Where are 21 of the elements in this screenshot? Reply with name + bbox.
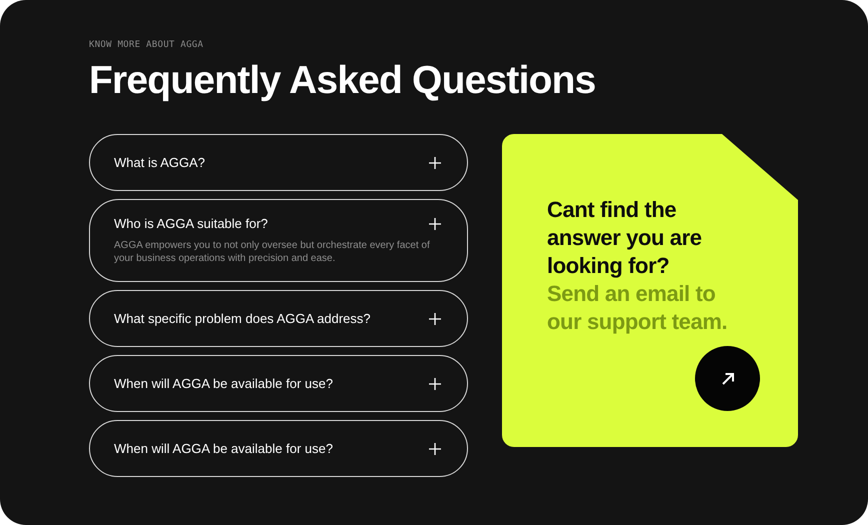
plus-icon — [429, 156, 441, 168]
faq-item[interactable]: Who is AGGA suitable for? AGGA empowers you to not only oversee but orchestrate every facet of your business operations with precision and ease. — [89, 199, 468, 282]
faq-question: Who is AGGA suitable for? — [114, 216, 268, 231]
faq-question: What specific problem does AGGA address? — [114, 311, 371, 326]
plus-icon — [429, 218, 441, 230]
section-eyebrow: KNOW MORE ABOUT AGGA — [89, 40, 204, 50]
faq-item[interactable]: When will AGGA be available for use? — [89, 420, 468, 477]
faq-item[interactable]: What specific problem does AGGA address? — [89, 290, 468, 347]
faq-question: When will AGGA be available for use? — [114, 376, 333, 391]
plus-icon — [429, 312, 441, 324]
plus-icon — [429, 378, 441, 390]
faq-question: When will AGGA be available for use? — [114, 441, 333, 456]
card-heading: Cant find the answer you are looking for? — [547, 196, 703, 280]
plus-icon — [429, 442, 441, 454]
faq-question: What is AGGA? — [114, 155, 206, 170]
faq-item[interactable]: When will AGGA be available for use? — [89, 355, 468, 412]
arrow-icon — [720, 372, 734, 386]
page-title: Frequently Asked Questions — [89, 58, 597, 104]
faq-item[interactable]: What is AGGA? — [89, 134, 468, 191]
card-subheading: Send an email to our support team. — [547, 280, 728, 336]
faq-answer: AGGA empowers you to not only oversee but orchestrate every facet of your business operations with precision and ease. — [114, 239, 431, 265]
